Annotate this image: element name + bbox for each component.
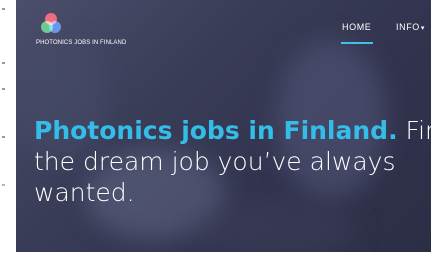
strip-mark — [2, 136, 5, 138]
nav-active-underline — [341, 42, 373, 44]
site-logo[interactable]: PHOTONICS JOBS IN FINLAND — [36, 13, 126, 46]
strip-mark — [2, 62, 5, 64]
hero-headline: Photonics jobs in Finland. Find the drea… — [34, 116, 431, 208]
headline-line-1: Photonics jobs in Finland. Find — [34, 116, 431, 146]
strip-mark — [2, 8, 5, 10]
headline-line-1-rest: Find — [405, 116, 431, 145]
strip-mark — [2, 88, 5, 90]
logo-text: PHOTONICS JOBS IN FINLAND — [36, 40, 127, 46]
blue-circle-icon — [49, 21, 61, 33]
caret-down-icon: ▾ — [420, 25, 426, 32]
bottom-edge — [16, 252, 431, 256]
nav-item-info-label: INFO — [396, 22, 420, 32]
headline-line-2: the dream job you’ve always — [34, 147, 396, 176]
headline-line-3: wanted. — [34, 178, 135, 207]
nav-item-home[interactable]: HOME — [342, 22, 371, 32]
nav-item-info[interactable]: INFO▾ — [396, 22, 425, 32]
headline-accent: Photonics jobs in Finland. — [34, 116, 398, 145]
left-page-strip — [0, 0, 16, 256]
rgb-circles-logo-icon — [40, 13, 62, 35]
strip-mark — [2, 184, 5, 186]
hero-section: PHOTONICS JOBS IN FINLAND HOME INFO▾ Pho… — [16, 0, 431, 252]
